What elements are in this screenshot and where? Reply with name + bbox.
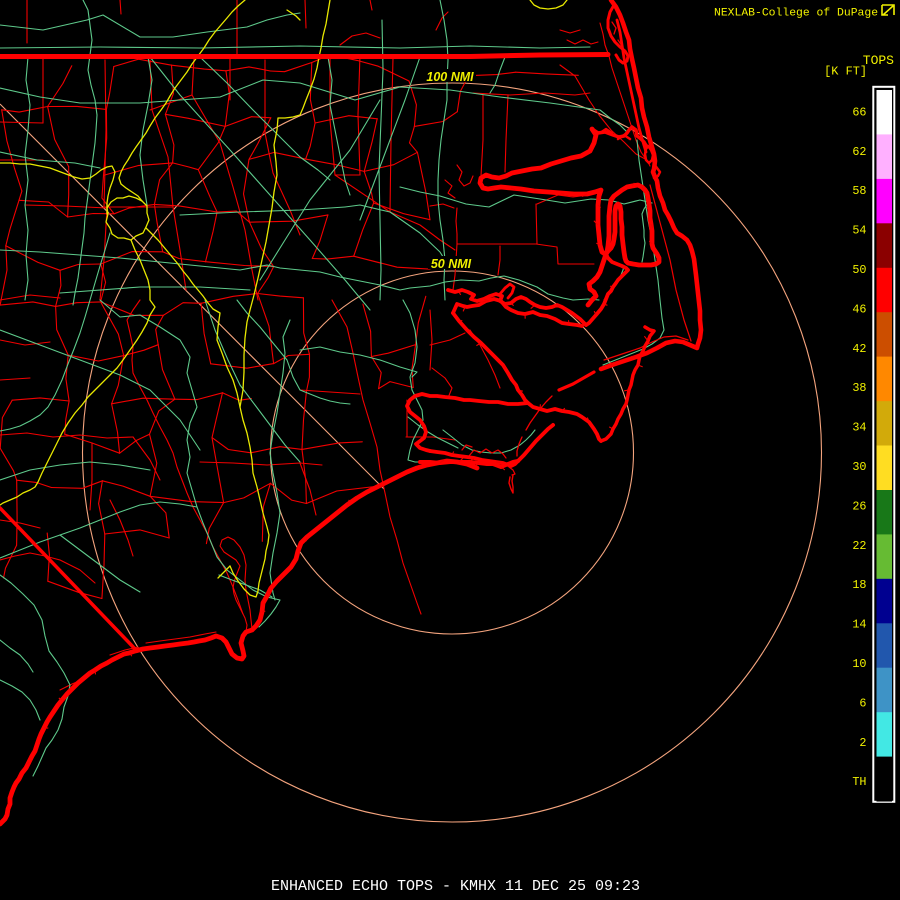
svg-text:38: 38: [852, 381, 866, 395]
svg-text:18: 18: [852, 578, 866, 592]
svg-text:54: 54: [852, 224, 866, 238]
svg-text:TOPS: TOPS: [863, 53, 894, 68]
svg-text:26: 26: [852, 499, 866, 513]
svg-text:46: 46: [852, 302, 866, 316]
svg-text:[K FT]: [K FT]: [824, 64, 867, 78]
svg-text:TH: TH: [852, 775, 866, 789]
svg-text:14: 14: [852, 618, 866, 632]
svg-text:2: 2: [859, 736, 866, 750]
svg-text:50 NMI: 50 NMI: [431, 257, 472, 271]
svg-text:ENHANCED ECHO TOPS - KMHX 11 D: ENHANCED ECHO TOPS - KMHX 11 DEC 25 09:2…: [271, 878, 640, 895]
svg-text:NEXLAB-College of DuPage: NEXLAB-College of DuPage: [714, 7, 878, 19]
svg-text:50: 50: [852, 263, 866, 277]
svg-text:6: 6: [859, 696, 866, 710]
svg-text:66: 66: [852, 105, 866, 119]
svg-text:30: 30: [852, 460, 866, 474]
svg-text:100 NMI: 100 NMI: [426, 70, 474, 84]
svg-text:10: 10: [852, 657, 866, 671]
svg-text:34: 34: [852, 421, 866, 435]
svg-text:42: 42: [852, 342, 866, 356]
svg-text:22: 22: [852, 539, 866, 553]
svg-text:58: 58: [852, 184, 866, 198]
svg-text:62: 62: [852, 145, 866, 159]
